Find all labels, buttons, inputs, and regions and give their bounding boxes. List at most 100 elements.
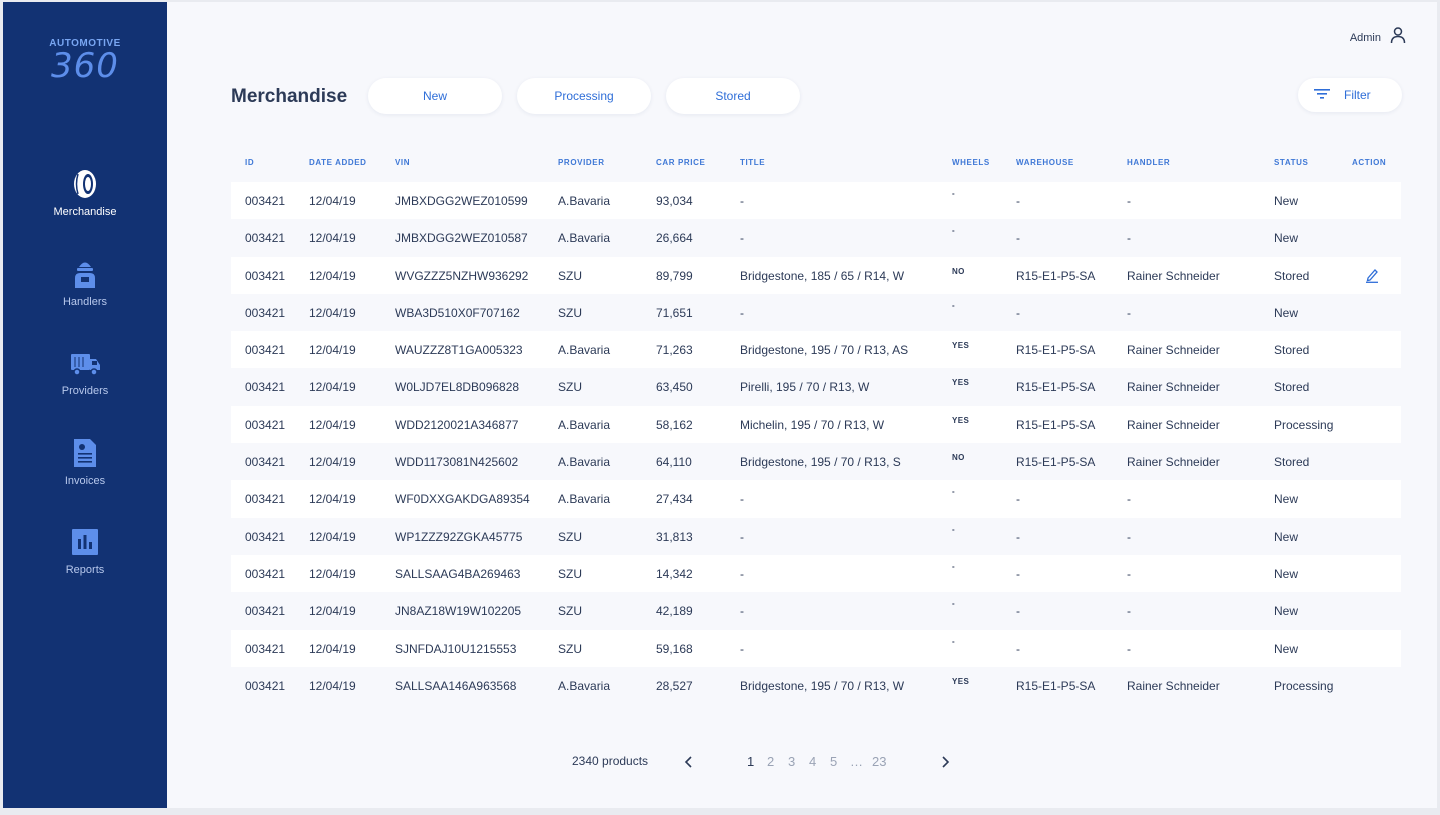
cell-car-price: 26,664 <box>656 231 693 246</box>
cell-vin: SALLSAA146A963568 <box>395 678 517 693</box>
cell-status: Processing <box>1274 417 1334 432</box>
page-link[interactable]: 5 <box>830 754 837 769</box>
cell-vin: SJNFDAJ10U1215553 <box>395 641 517 656</box>
cell-warehouse: - <box>1016 604 1020 619</box>
cell-status: New <box>1274 641 1299 656</box>
page-link[interactable]: 3 <box>788 754 795 769</box>
cell-date-added: 12/04/19 <box>309 455 356 470</box>
product-count: 2340 products <box>572 754 649 768</box>
cell-provider: SZU <box>558 268 582 283</box>
page-link[interactable]: 2 <box>767 754 774 769</box>
cell-status: New <box>1274 529 1299 544</box>
cell-title: - <box>740 529 744 544</box>
sidebar-item-label: Invoices <box>64 475 106 487</box>
tab-processing[interactable]: Processing <box>517 78 651 114</box>
cell-vin: WBA3D510X0F707162 <box>395 305 520 320</box>
table-row[interactable]: 003421 12/04/19 WBA3D510X0F707162 SZU 71,651… <box>231 294 1401 331</box>
cell-warehouse: R15-E1-P5-SA <box>1016 417 1096 432</box>
cell-date-added: 12/04/19 <box>309 492 356 507</box>
table-row[interactable]: 003421 12/04/19 WAUZZZ8T1GA005323 A.Bavaria… <box>231 331 1401 369</box>
cell-warehouse: R15-E1-P5-SA <box>1016 343 1096 358</box>
sidebar-item-handlers[interactable]: Handlers <box>3 258 167 308</box>
cell-vin: WDD2120021A346877 <box>395 417 519 432</box>
filter-button[interactable]: Filter <box>1298 78 1402 112</box>
chevron-left-icon[interactable] <box>683 754 695 775</box>
cell-status: Stored <box>1274 455 1310 470</box>
cell-title: Pirelli, 195 / 70 / R13, W <box>740 380 870 395</box>
sidebar-item-label: Merchandise <box>53 206 117 218</box>
cell-car-price: 14,342 <box>656 566 693 581</box>
table-row[interactable]: 003421 12/04/19 WDD1173081N425602 A.Bavaria… <box>231 443 1401 480</box>
user-name: Admin <box>1349 31 1381 44</box>
cell-wheels: YES <box>952 415 970 425</box>
tab-stored[interactable]: Stored <box>666 78 800 114</box>
sidebar-item-merchandise[interactable]: Merchandise <box>3 168 167 218</box>
table-row[interactable]: 003421 12/04/19 JMBXDGG2WEZ010599 A.Bavaria… <box>231 182 1401 220</box>
cell-provider: SZU <box>558 641 582 656</box>
cell-id: 003421 <box>245 604 286 619</box>
cell-id: 003421 <box>245 455 286 470</box>
cell-title: - <box>740 231 744 246</box>
cell-date-added: 12/04/19 <box>309 529 356 544</box>
page-link[interactable]: 23 <box>872 754 886 769</box>
sidebar: AUTOMOTIVE 360 Merchandise Handlers Prov… <box>3 2 167 808</box>
cell-car-price: 58,162 <box>656 417 693 432</box>
cell-wheels: - <box>952 487 956 497</box>
page-ellipsis: … <box>850 754 863 769</box>
table-row[interactable]: 003421 12/04/19 WP1ZZZ92ZGKA45775 SZU 31,813… <box>231 518 1401 555</box>
user-icon <box>1389 26 1407 49</box>
cell-vin: WAUZZZ8T1GA005323 <box>395 343 523 358</box>
sidebar-item-label: Providers <box>61 385 109 397</box>
page-link[interactable]: 4 <box>809 754 816 769</box>
table-row[interactable]: 003421 12/04/19 WF0DXXGAKDGA89354 A.Bavaria… <box>231 480 1401 518</box>
cell-handler: Rainer Schneider <box>1127 380 1220 395</box>
table-row[interactable]: 003421 12/04/19 SJNFDAJ10U1215553 SZU 59,168… <box>231 629 1401 667</box>
header-col-vin: VIN <box>395 158 411 167</box>
user-menu[interactable]: Admin <box>1350 26 1407 49</box>
cell-provider: SZU <box>558 604 582 619</box>
invoice-icon <box>69 437 101 469</box>
cell-wheels: - <box>952 561 956 571</box>
cell-provider: SZU <box>558 529 582 544</box>
cell-handler: Rainer Schneider <box>1127 678 1220 693</box>
cell-provider: A.Bavaria <box>558 417 611 432</box>
table-row[interactable]: 003421 12/04/19 JMBXDGG2WEZ010587 A.Bavaria… <box>231 219 1401 256</box>
tab-new[interactable]: New <box>368 78 502 114</box>
cell-date-added: 12/04/19 <box>309 604 356 619</box>
brand-big-text: 360 <box>51 46 119 86</box>
cell-status: New <box>1274 492 1299 507</box>
cell-warehouse: - <box>1016 231 1020 246</box>
truck-icon <box>69 347 101 379</box>
cell-date-added: 12/04/19 <box>309 417 356 432</box>
cell-wheels: - <box>952 189 956 198</box>
cell-provider: A.Bavaria <box>558 455 611 470</box>
cell-wheels: - <box>952 599 956 609</box>
table-row[interactable]: 003421 12/04/19 SALLSAAG4BA269463 SZU 14,342… <box>231 554 1401 593</box>
cell-provider: A.Bavaria <box>558 231 611 246</box>
table-row[interactable]: 003421 12/04/19 W0LJD7EL8DB096828 SZU 63,450… <box>231 368 1401 405</box>
edit-pencil-icon[interactable] <box>1365 267 1379 286</box>
cell-provider: SZU <box>558 380 582 395</box>
sidebar-item-providers[interactable]: Providers <box>3 347 167 397</box>
cell-date-added: 12/04/19 <box>309 641 356 656</box>
cell-status: Stored <box>1274 380 1310 395</box>
cell-date-added: 12/04/19 <box>309 268 356 283</box>
table-row[interactable]: 003421 12/04/19 JN8AZ18W19W102205 SZU 42,189… <box>231 592 1401 629</box>
cell-title: Michelin, 195 / 70 / R13, W <box>740 417 885 432</box>
sidebar-item-invoices[interactable]: Invoices <box>3 437 167 487</box>
sidebar-item-reports[interactable]: Reports <box>3 526 167 576</box>
cell-id: 003421 <box>245 417 286 432</box>
table-row[interactable]: 003421 12/04/19 SALLSAA146A963568 A.Bavaria… <box>231 667 1401 704</box>
cell-title: - <box>740 305 744 320</box>
cell-vin: JMBXDGG2WEZ010587 <box>395 231 528 246</box>
cell-title: - <box>740 604 744 619</box>
cell-id: 003421 <box>245 268 286 283</box>
cell-wheels: - <box>952 636 956 646</box>
chevron-right-icon[interactable] <box>939 754 951 775</box>
table-row[interactable]: 003421 12/04/19 WDD2120021A346877 A.Bavaria… <box>231 405 1401 444</box>
table-row[interactable]: 003421 12/04/19 WVGZZZ5NZHW936292 SZU 89,799… <box>231 256 1401 294</box>
filter-icon <box>1314 88 1330 103</box>
cell-wheels: - <box>952 524 956 534</box>
tire-icon <box>69 168 101 200</box>
page-link[interactable]: 1 <box>747 754 754 769</box>
